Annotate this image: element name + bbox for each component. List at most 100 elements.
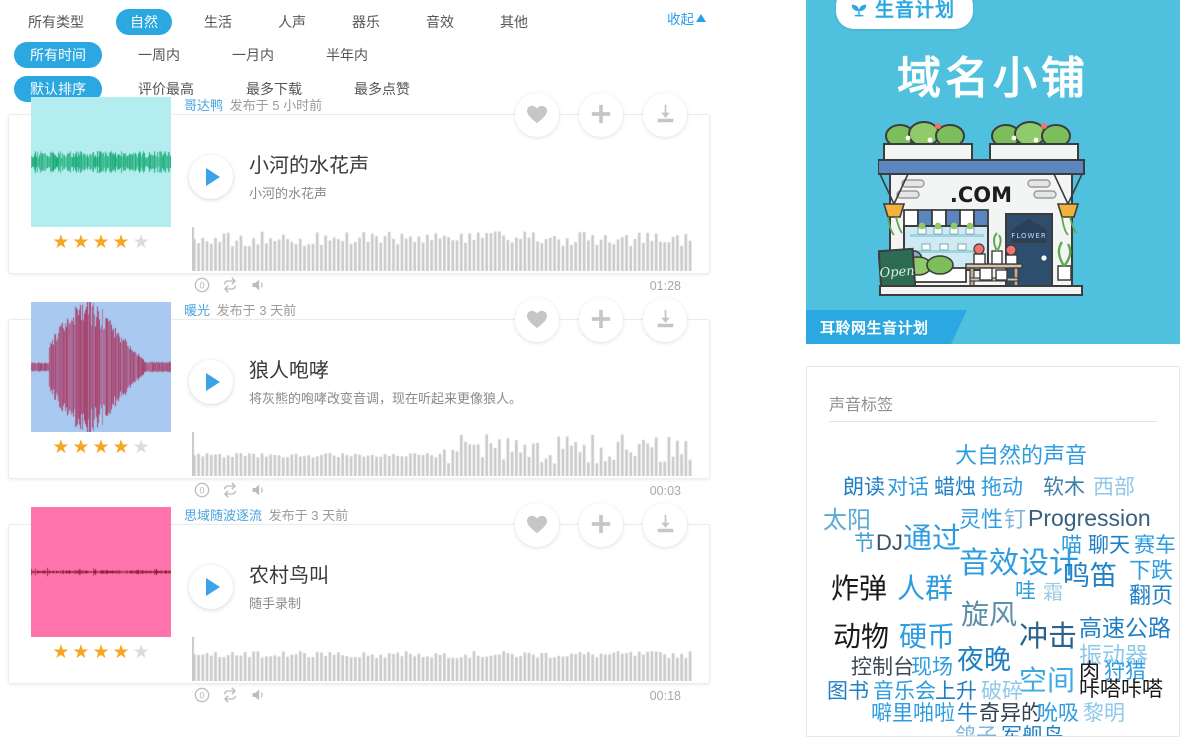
- tag-item[interactable]: 上升: [935, 681, 977, 702]
- sound-title[interactable]: 农村鸟叫: [249, 559, 329, 588]
- tag-item[interactable]: 吮吸: [1037, 703, 1079, 724]
- plus-button[interactable]: [579, 298, 623, 342]
- play-count-icon[interactable]: 0: [194, 687, 210, 706]
- rating-star[interactable]: ★: [113, 643, 130, 662]
- play-button[interactable]: [189, 155, 233, 199]
- tag-item[interactable]: 音乐会: [873, 681, 936, 702]
- filter-time-1[interactable]: 一周内: [122, 42, 196, 68]
- tag-item[interactable]: 太阳: [823, 509, 871, 533]
- tag-item[interactable]: 拖动: [981, 477, 1023, 498]
- tag-item[interactable]: 高速公路: [1079, 617, 1171, 640]
- rating-star[interactable]: ★: [133, 643, 150, 662]
- play-button[interactable]: [189, 565, 233, 609]
- filter-type-0[interactable]: 所有类型: [14, 9, 98, 35]
- filter-time-2[interactable]: 一月内: [216, 42, 290, 68]
- tag-item[interactable]: 钉: [1004, 509, 1026, 531]
- volume-icon[interactable]: [250, 482, 267, 501]
- play-count-icon[interactable]: 0: [194, 482, 210, 501]
- heart-button[interactable]: [515, 503, 559, 547]
- waveform-seekbar[interactable]: [192, 637, 692, 681]
- author-link[interactable]: 哥达鸭: [184, 98, 223, 113]
- heart-button[interactable]: [515, 298, 559, 342]
- rating-star[interactable]: ★: [113, 233, 130, 252]
- tag-item[interactable]: 大自然的声音: [955, 445, 1087, 467]
- sound-card[interactable]: 思域随波逐流 发布于 3 天前 ★★★★★ 农村鸟叫 随手录制 0 00:18: [8, 524, 710, 684]
- tag-item[interactable]: 奇异的: [979, 703, 1042, 724]
- rating-star[interactable]: ★: [133, 233, 150, 252]
- sound-card[interactable]: 暖光 发布于 3 天前 ★★★★★ 狼人咆哮 将灰熊的咆哮改变音调，现在听起来更…: [8, 319, 710, 479]
- tag-item[interactable]: 黎明: [1083, 703, 1125, 724]
- filter-type-5[interactable]: 音效: [412, 9, 468, 35]
- heart-button[interactable]: [515, 93, 559, 137]
- tag-item[interactable]: 鸽子: [955, 726, 997, 737]
- rating-star[interactable]: ★: [52, 233, 69, 252]
- loop-icon[interactable]: [222, 277, 238, 296]
- rating-star[interactable]: ★: [72, 643, 89, 662]
- waveform-seekbar[interactable]: [192, 227, 692, 271]
- author-link[interactable]: 暖光: [184, 303, 210, 318]
- sound-card[interactable]: 哥达鸭 发布于 5 小时前 ★★★★★ 小河的水花声 小河的水花声 0 01:2…: [8, 114, 710, 274]
- rating-star[interactable]: ★: [133, 438, 150, 457]
- download-button[interactable]: [643, 93, 687, 137]
- loop-icon[interactable]: [222, 687, 238, 706]
- spectrogram-thumbnail[interactable]: [31, 302, 171, 432]
- tag-item[interactable]: 翻页: [1129, 585, 1173, 607]
- filter-type-6[interactable]: 其他: [486, 9, 542, 35]
- sound-title[interactable]: 小河的水花声: [249, 149, 369, 178]
- tag-item[interactable]: 鸣笛: [1063, 563, 1117, 590]
- rating-star[interactable]: ★: [72, 438, 89, 457]
- tag-item[interactable]: 蜡烛: [934, 477, 976, 498]
- spectrogram-thumbnail[interactable]: [31, 507, 171, 637]
- loop-icon[interactable]: [222, 482, 238, 501]
- tag-item[interactable]: 通过: [903, 525, 961, 554]
- download-button[interactable]: [643, 503, 687, 547]
- tag-item[interactable]: 灵性: [959, 509, 1003, 531]
- rating-star[interactable]: ★: [92, 438, 109, 457]
- rating-star[interactable]: ★: [92, 233, 109, 252]
- tag-item[interactable]: 音效设计: [959, 549, 1079, 579]
- plus-button[interactable]: [579, 503, 623, 547]
- tag-item[interactable]: 聊天: [1088, 535, 1130, 556]
- filter-time-0[interactable]: 所有时间: [14, 42, 102, 68]
- waveform-seekbar[interactable]: [192, 432, 692, 476]
- tag-item[interactable]: 冲击: [1019, 623, 1077, 652]
- tag-item[interactable]: 现场: [911, 657, 953, 678]
- play-button[interactable]: [189, 360, 233, 404]
- tag-item[interactable]: 对话: [887, 477, 929, 498]
- ad-banner[interactable]: 生音计划 域名小铺: [806, 0, 1180, 344]
- tag-item[interactable]: 旋风: [961, 601, 1017, 629]
- tag-item[interactable]: 西部: [1093, 477, 1135, 498]
- rating-star[interactable]: ★: [52, 438, 69, 457]
- volume-icon[interactable]: [250, 277, 267, 296]
- tag-item[interactable]: 朗读: [843, 477, 885, 498]
- tag-item[interactable]: 牛: [957, 703, 978, 724]
- tag-item[interactable]: 破碎: [981, 681, 1023, 702]
- tag-item[interactable]: DJ: [876, 532, 903, 554]
- rating-star[interactable]: ★: [92, 643, 109, 662]
- filter-time-3[interactable]: 半年内: [310, 42, 384, 68]
- download-button[interactable]: [643, 298, 687, 342]
- rating-star[interactable]: ★: [72, 233, 89, 252]
- tag-item[interactable]: 节: [854, 533, 875, 554]
- tag-item[interactable]: 噼里啪啦: [871, 703, 955, 724]
- tag-item[interactable]: 图书: [827, 681, 869, 702]
- volume-icon[interactable]: [250, 687, 267, 706]
- tag-item[interactable]: 空间: [1019, 667, 1075, 695]
- filter-type-2[interactable]: 生活: [190, 9, 246, 35]
- tag-item[interactable]: 咔嗒咔嗒: [1079, 679, 1163, 700]
- author-link[interactable]: 思域随波逐流: [184, 508, 262, 523]
- tag-item[interactable]: 赛车: [1134, 535, 1176, 556]
- rating-star[interactable]: ★: [113, 438, 130, 457]
- filter-sort-3[interactable]: 最多点赞: [338, 76, 426, 102]
- tag-item[interactable]: 软木: [1043, 477, 1085, 498]
- spectrogram-thumbnail[interactable]: [31, 97, 171, 227]
- tag-item[interactable]: 控制台: [851, 657, 914, 678]
- plus-button[interactable]: [579, 93, 623, 137]
- tag-item[interactable]: 霜: [1043, 583, 1063, 603]
- tag-item[interactable]: 炸弹: [831, 575, 887, 603]
- filter-type-3[interactable]: 人声: [264, 9, 320, 35]
- filter-type-1[interactable]: 自然: [116, 9, 172, 35]
- tag-item[interactable]: 军舰鸟: [1001, 726, 1064, 737]
- tag-item[interactable]: 哇: [1015, 581, 1036, 602]
- tag-item[interactable]: 人群: [897, 575, 953, 603]
